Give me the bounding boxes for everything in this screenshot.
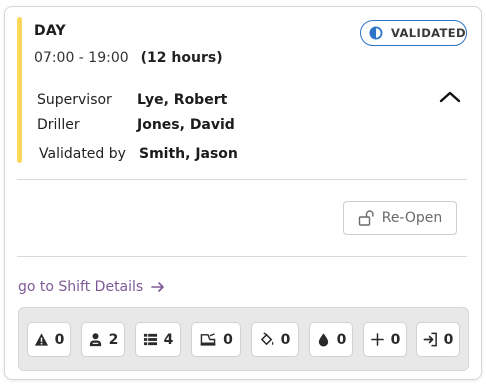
sign-in-icon: [423, 332, 437, 347]
status-badge-label: VALIDATED: [390, 26, 466, 40]
warning-icon: [34, 333, 48, 346]
stat-count: 2: [108, 331, 119, 348]
shift-time: 07:00 - 19:00 (12 hours): [34, 50, 235, 66]
drill-rig-icon: [200, 333, 216, 346]
half-circle-icon: [369, 26, 383, 40]
stat-count: 0: [280, 331, 291, 348]
stat-count: 4: [163, 331, 174, 348]
unlock-icon: [358, 210, 374, 226]
supervisor-value: Lye, Robert: [137, 92, 228, 108]
stat-count: 0: [336, 331, 347, 348]
stat-count: 0: [223, 331, 233, 348]
shift-card: DAY 07:00 - 19:00 (12 hours) VALIDATED Su…: [4, 6, 482, 380]
validated-by-value: Smith, Jason: [139, 146, 238, 162]
paint-bucket-icon: [260, 332, 273, 346]
shift-details-link[interactable]: go to Shift Details: [18, 279, 165, 295]
stat-fluids[interactable]: 0: [309, 322, 353, 357]
divider: [17, 179, 467, 180]
stat-equipment[interactable]: 0: [191, 322, 241, 357]
driller-value: Jones, David: [137, 117, 235, 133]
stat-count: 0: [54, 331, 65, 348]
list-icon: [143, 333, 157, 346]
water-drop-icon: [318, 333, 328, 347]
stat-handover[interactable]: 0: [416, 322, 460, 357]
reopen-button-label: Re-Open: [381, 210, 443, 226]
shift-name: DAY: [34, 23, 66, 39]
person-icon: [89, 333, 101, 347]
stat-hazards[interactable]: 0: [27, 322, 71, 357]
stat-count: 0: [443, 331, 454, 348]
stat-consumables[interactable]: 0: [251, 322, 299, 357]
stat-additional[interactable]: 0: [363, 322, 407, 357]
driller-label: Driller: [37, 117, 80, 133]
divider: [17, 256, 467, 257]
plus-icon: [370, 333, 384, 346]
shift-time-range: 07:00 - 19:00: [34, 50, 129, 66]
validated-status-badge: VALIDATED: [360, 20, 467, 46]
chevron-up-icon: [439, 91, 461, 103]
supervisor-label: Supervisor: [37, 92, 112, 108]
shift-accent-bar: [17, 17, 22, 163]
reopen-button[interactable]: Re-Open: [343, 201, 457, 235]
validated-by-label: Validated by: [39, 146, 126, 162]
shift-summary: DAY 07:00 - 19:00 (12 hours) VALIDATED Su…: [17, 17, 473, 165]
stat-personnel[interactable]: 2: [81, 322, 125, 357]
stat-count: 0: [390, 331, 401, 348]
shift-stats-panel: 0 2 4 0 0 0 0 0: [18, 307, 469, 371]
collapse-button[interactable]: [436, 87, 464, 107]
shift-duration: (12 hours): [140, 50, 223, 66]
arrow-right-icon: [151, 282, 165, 292]
stat-activities[interactable]: 4: [135, 322, 181, 357]
shift-details-link-label: go to Shift Details: [18, 279, 144, 295]
